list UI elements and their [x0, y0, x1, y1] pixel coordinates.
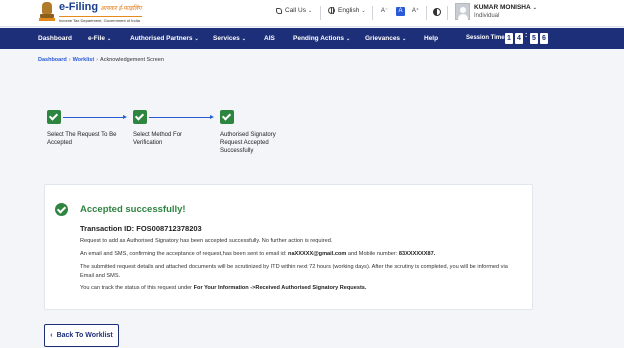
chevron-left-icon: ‹ [50, 332, 53, 339]
logo-hindi: आयकर ई-फाइलिंग [100, 6, 142, 12]
call-us-label: Call Us [285, 7, 306, 14]
language-label: English [338, 7, 360, 14]
logo-subtitle: Income Tax Department, Government of Ind… [59, 16, 142, 23]
arrow-right-icon [123, 115, 127, 119]
national-emblem-icon [39, 2, 55, 21]
step-label: Authorised Signatory Request Accepted Su… [220, 132, 276, 154]
back-to-worklist-button[interactable]: ‹ Back To Worklist [44, 324, 119, 347]
nav-item-services[interactable]: Services ⌄ [213, 28, 246, 49]
arrow-right-icon [210, 115, 214, 119]
font-normal-button[interactable]: A [396, 7, 405, 16]
message-line-2: An email and SMS, confirming the accepta… [80, 251, 436, 257]
phone-icon [276, 7, 282, 14]
logo-title: e-Filing आयकर ई-फाइलिंग [59, 1, 142, 13]
step-complete-check-icon [133, 110, 147, 124]
transaction-id: Transaction ID: FOS008712378203 [80, 224, 202, 233]
user-role: Individual [474, 13, 500, 19]
chevron-down-icon: ⌄ [307, 7, 313, 14]
acknowledgement-card: Accepted successfully! Transaction ID: F… [44, 184, 533, 310]
step-complete-check-icon [47, 110, 61, 124]
session-digit: 4 [515, 33, 523, 44]
user-menu[interactable]: KUMAR MONISHA ⌄ [474, 4, 537, 11]
top-header: e-Filing आयकर ई-फाइलिंग Income Tax Depart… [0, 0, 624, 27]
step-complete-check-icon [220, 110, 234, 124]
track-status-path: For Your Information ->Received Authoris… [193, 285, 367, 291]
chevron-right-icon: › [96, 57, 99, 63]
main-nav: Dashboard e-File ⌄ Authorised Partners ⌄ S… [0, 28, 624, 49]
nav-item-efile[interactable]: e-File ⌄ [88, 28, 111, 49]
user-name: KUMAR MONISHA [474, 4, 531, 11]
chevron-down-icon: ⌄ [532, 5, 537, 11]
globe-icon [328, 7, 335, 14]
message-line-1: Request to add as Authorised Signatory h… [80, 238, 333, 244]
nav-item-pending-actions[interactable]: Pending Actions ⌄ [293, 28, 350, 49]
nav-item-dashboard[interactable]: Dashboard [38, 28, 72, 49]
step-connector [149, 117, 210, 118]
contrast-toggle-icon[interactable] [433, 8, 441, 16]
nav-item-grievances[interactable]: Grievances ⌄ [365, 28, 406, 49]
back-button-label: Back To Worklist [56, 332, 113, 339]
language-dropdown[interactable]: English ⌄ [328, 7, 366, 14]
breadcrumb-worklist[interactable]: Worklist [73, 57, 95, 63]
nav-item-help[interactable]: Help [424, 28, 438, 49]
breadcrumb: Dashboard › Worklist › Acknowledgement Scree… [38, 57, 164, 63]
nav-item-authorised-partners[interactable]: Authorised Partners ⌄ [130, 28, 199, 49]
session-digit: 5 [530, 33, 538, 44]
masked-email: naXXXXX@gmail.com [288, 251, 347, 257]
step-connector [63, 117, 123, 118]
font-decrease-button[interactable]: A⁻ [380, 7, 389, 16]
session-digit: 1 [505, 33, 513, 44]
chevron-right-icon: › [68, 57, 71, 63]
breadcrumb-dashboard[interactable]: Dashboard [38, 57, 67, 63]
masked-mobile: 83XXXXXX87. [398, 251, 436, 257]
font-increase-button[interactable]: A⁺ [411, 7, 420, 16]
session-time-label: Session Time [466, 35, 505, 41]
nav-item-ais[interactable]: AIS [264, 28, 275, 49]
success-check-icon [55, 203, 68, 216]
step-label: Select Method For Verification [133, 132, 183, 146]
step-label: Select The Request To Be Accepted [47, 132, 117, 146]
breadcrumb-current: Acknowledgement Screen [100, 57, 164, 63]
message-line-3: The submitted request details and attach… [80, 264, 508, 279]
call-us-dropdown[interactable]: Call Us ⌄ [276, 7, 312, 14]
efiling-logo[interactable]: e-Filing आयकर ई-फाइलिंग Income Tax Depart… [39, 2, 142, 23]
avatar[interactable] [455, 3, 470, 20]
message-line-4: You can track the status of this request… [80, 285, 367, 291]
success-title: Accepted successfully! [80, 204, 186, 215]
chevron-down-icon: ⌄ [361, 7, 366, 14]
session-digit: 6 [540, 33, 548, 44]
